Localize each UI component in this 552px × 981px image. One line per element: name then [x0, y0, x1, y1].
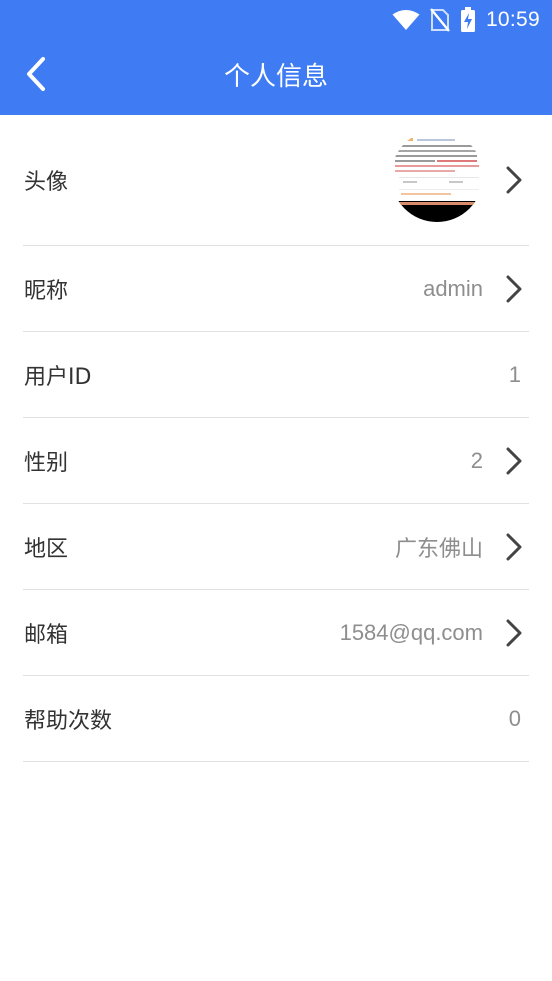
avatar-label: 头像: [24, 170, 69, 195]
user-id-label: 用户ID: [24, 364, 92, 390]
gender-row[interactable]: 性别 2: [23, 418, 529, 504]
help-count-value: 0: [508, 705, 521, 731]
user-id-value: 1: [508, 361, 521, 387]
region-row[interactable]: 地区 广东佛山: [23, 504, 529, 590]
nickname-row[interactable]: 昵称 admin: [23, 246, 529, 332]
user-id-row: 用户ID 1: [23, 332, 529, 418]
page-title: 个人信息: [223, 62, 328, 92]
no-sim-icon: [430, 8, 450, 32]
email-label: 邮箱: [24, 622, 69, 648]
profile-info-list: 头像 昵称 admin 用户ID 1 性别 2 地区 广东佛山 邮箱 1584@…: [0, 115, 552, 762]
wifi-icon: [392, 9, 420, 31]
avatar: [391, 130, 483, 222]
app-header: 10:59 个人信息: [0, 0, 552, 115]
gender-label: 性别: [24, 450, 69, 476]
help-count-label: 帮助次数: [24, 708, 113, 734]
status-icons: 10:59: [392, 6, 540, 34]
avatar-row[interactable]: 头像: [23, 115, 529, 246]
chevron-right-icon: [506, 275, 522, 302]
chevron-right-icon: [506, 166, 522, 194]
email-value: 1584@qq.com: [339, 619, 483, 645]
gender-value: 2: [470, 447, 483, 473]
help-count-row: 帮助次数 0: [23, 676, 529, 762]
status-bar: 10:59: [0, 0, 552, 40]
status-time: 10:59: [485, 8, 540, 31]
chevron-right-icon: [506, 447, 522, 474]
region-value: 广东佛山: [394, 535, 483, 561]
battery-charging-icon: [460, 7, 476, 33]
nickname-label: 昵称: [24, 278, 69, 304]
navigation-bar: 个人信息: [0, 40, 552, 115]
chevron-right-icon: [506, 619, 522, 646]
chevron-right-icon: [506, 533, 522, 560]
region-label: 地区: [24, 536, 69, 562]
email-row[interactable]: 邮箱 1584@qq.com: [23, 590, 529, 676]
nickname-value: admin: [423, 275, 483, 301]
